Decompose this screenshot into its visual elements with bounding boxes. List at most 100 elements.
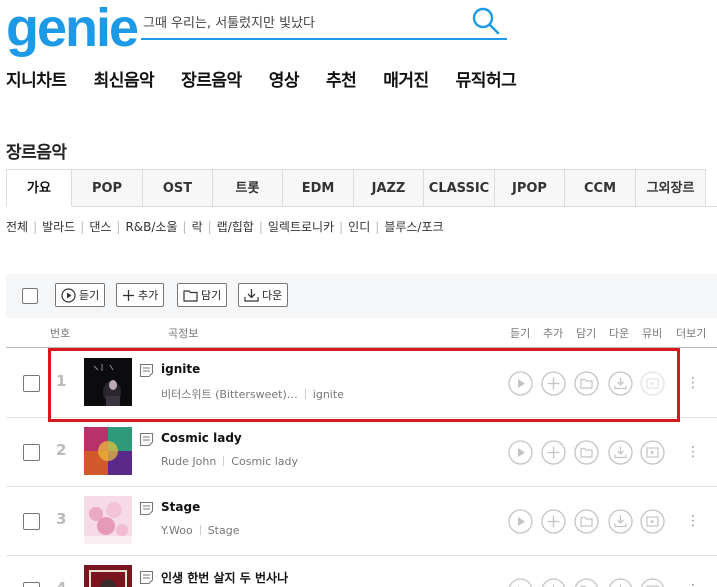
album-art-ignite[interactable]	[84, 358, 132, 406]
play-icon[interactable]	[508, 440, 533, 465]
album-art-cosmic-lady[interactable]	[84, 427, 132, 475]
download-icon[interactable]	[608, 509, 633, 534]
play-icon[interactable]	[508, 371, 533, 396]
album-name[interactable]: Stage	[208, 524, 240, 537]
more-options-icon[interactable]: ⋮	[686, 578, 700, 587]
tab-jazz[interactable]: JAZZ	[354, 169, 424, 207]
download-label: 다운	[262, 289, 283, 302]
subgenre-blues-folk[interactable]: 블루스/포크	[384, 218, 443, 235]
divider	[223, 456, 225, 466]
play-icon[interactable]	[508, 578, 533, 587]
subgenre-dance[interactable]: 댄스	[89, 218, 111, 235]
tab-classic[interactable]: CLASSIC	[424, 169, 495, 207]
subgenre-filter: 전체 | 발라드 | 댄스 | R&B/소울 | 락 | 랩/힙합 | 일렉트로니카 | 인디…	[6, 218, 444, 235]
list-toolbar: 듣기 추가 담기 다운	[6, 274, 717, 318]
song-info-icon[interactable]	[139, 363, 154, 378]
divider: |	[116, 219, 121, 234]
subgenre-rap-hiphop[interactable]: 랩/힙합	[217, 218, 254, 235]
more-options-icon[interactable]: ⋮	[686, 509, 700, 533]
column-put: 담기	[576, 327, 597, 340]
plus-icon[interactable]	[541, 578, 566, 587]
column-more: 더보기	[676, 327, 707, 340]
folder-icon[interactable]	[574, 509, 599, 534]
genie-logo[interactable]: genie	[6, 0, 139, 56]
subgenre-rock[interactable]: 락	[192, 218, 203, 235]
tab-ost[interactable]: OST	[143, 169, 213, 207]
music-video-icon[interactable]	[640, 509, 665, 534]
folder-icon[interactable]	[574, 440, 599, 465]
subgenre-indie[interactable]: 인디	[348, 218, 370, 235]
column-add: 추가	[543, 327, 564, 340]
search-icon[interactable]	[471, 6, 501, 36]
nav-video[interactable]: 영상	[269, 66, 300, 96]
nav-latest-music[interactable]: 최신음악	[94, 66, 155, 96]
subgenre-ballad[interactable]: 발라드	[42, 218, 75, 235]
album-art-song-4[interactable]	[84, 565, 132, 587]
tab-pop[interactable]: POP	[72, 169, 143, 207]
row-checkbox[interactable]	[23, 513, 40, 530]
add-selected-button[interactable]: 추가	[116, 283, 165, 307]
nav-recommend[interactable]: 추천	[326, 66, 357, 96]
tab-ccm[interactable]: CCM	[565, 169, 636, 207]
download-icon[interactable]	[608, 371, 633, 396]
download-selected-button[interactable]: 다운	[238, 283, 289, 307]
song-info-icon[interactable]	[139, 432, 154, 447]
row-checkbox[interactable]	[23, 375, 40, 392]
more-options-icon[interactable]: ⋮	[686, 371, 700, 395]
play-icon	[61, 287, 76, 303]
put-selected-button[interactable]: 담기	[177, 283, 228, 307]
song-info-icon[interactable]	[139, 501, 154, 516]
listen-selected-button[interactable]: 듣기	[55, 283, 106, 307]
song-title[interactable]: 인생 한번 살지 두 번사나	[161, 569, 288, 586]
download-icon[interactable]	[608, 440, 633, 465]
song-title[interactable]: Stage	[161, 500, 200, 514]
play-icon[interactable]	[508, 509, 533, 534]
tab-edm[interactable]: EDM	[283, 169, 354, 207]
plus-icon[interactable]	[541, 509, 566, 534]
song-meta: Y.Woo Stage	[161, 524, 239, 537]
more-options-icon[interactable]: ⋮	[686, 440, 700, 464]
main-nav: 지니차트 최신음악 장르음악 영상 추천 매거진 뮤직허그	[0, 66, 537, 96]
plus-icon[interactable]	[541, 440, 566, 465]
album-art-stage[interactable]	[84, 496, 132, 544]
nav-genie-chart[interactable]: 지니차트	[6, 66, 67, 96]
nav-genre-music[interactable]: 장르음악	[181, 66, 242, 96]
divider: |	[258, 219, 263, 234]
folder-icon[interactable]	[574, 578, 599, 587]
artist-name[interactable]: 비터스위트 (Bittersweet)…	[161, 388, 298, 401]
subgenre-rnb-soul[interactable]: R&B/소울	[125, 218, 177, 235]
plus-icon[interactable]	[541, 371, 566, 396]
artist-name[interactable]: Y.Woo	[161, 524, 193, 537]
listen-label: 듣기	[79, 289, 100, 302]
search-box	[141, 4, 507, 40]
download-icon[interactable]	[608, 578, 633, 587]
tab-kpop[interactable]: 가요	[6, 169, 72, 207]
song-info-icon[interactable]	[139, 570, 154, 585]
folder-icon[interactable]	[574, 371, 599, 396]
music-video-icon[interactable]	[640, 440, 665, 465]
rank-number: 3	[56, 510, 67, 528]
row-checkbox[interactable]	[23, 582, 40, 587]
song-title[interactable]: ignite	[161, 362, 200, 376]
music-video-icon[interactable]	[640, 578, 665, 587]
music-video-icon[interactable]	[640, 371, 665, 396]
song-title[interactable]: Cosmic lady	[161, 431, 242, 445]
album-name[interactable]: ignite	[313, 388, 344, 401]
search-input[interactable]	[143, 8, 463, 34]
nav-magazine[interactable]: 매거진	[383, 66, 429, 96]
download-icon	[244, 289, 259, 302]
subgenre-electronica[interactable]: 일렉트로니카	[268, 218, 334, 235]
artist-name[interactable]: Rude John	[161, 455, 216, 468]
row-checkbox[interactable]	[23, 444, 40, 461]
subgenre-all[interactable]: 전체	[6, 218, 28, 235]
tab-trot[interactable]: 트롯	[213, 169, 283, 207]
nav-music-hug[interactable]: 뮤직허그	[456, 66, 517, 96]
album-name[interactable]: Cosmic lady	[231, 455, 298, 468]
tab-jpop[interactable]: JPOP	[495, 169, 565, 207]
song-meta: Rude John Cosmic lady	[161, 455, 298, 468]
rank-number: 1	[56, 372, 67, 390]
select-all-checkbox[interactable]	[22, 288, 38, 304]
song-meta: 비터스위트 (Bittersweet)… ignite	[161, 386, 344, 402]
rank-number: 2	[56, 441, 67, 459]
tab-other-genres[interactable]: 그외장르	[636, 169, 706, 207]
